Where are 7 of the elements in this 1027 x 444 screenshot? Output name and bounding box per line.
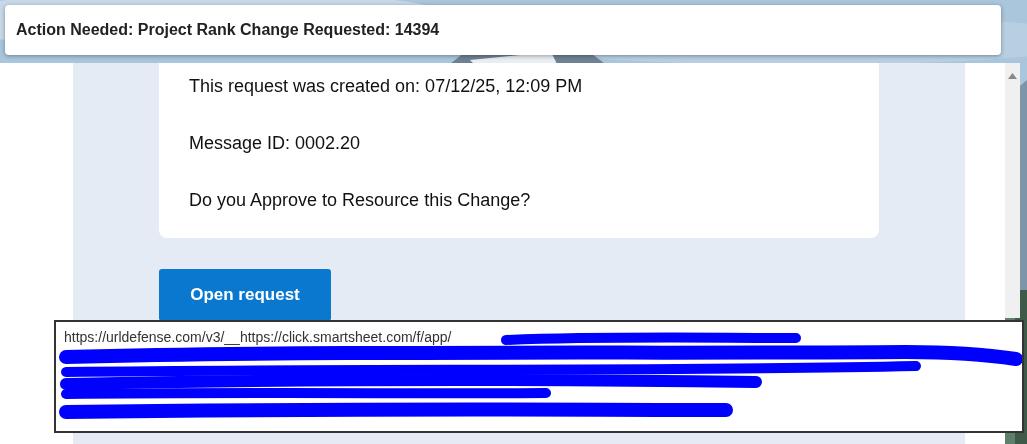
link-url: https://urldefense.com/v3/__https://click.smartsheet.com/f/app/ [64,329,452,345]
scrollbar[interactable] [1005,63,1020,318]
message-line: Do you Approve to Resource this Change? [189,189,532,211]
open-request-button[interactable]: Open request [159,269,331,321]
message-line: Message ID: 0002.20 [189,132,362,154]
notification-title: Action Needed: Project Rank Change Requested: 14394 [16,21,440,39]
message-line: This request was created on: 07/12/25, 12:09 PM [189,75,584,97]
